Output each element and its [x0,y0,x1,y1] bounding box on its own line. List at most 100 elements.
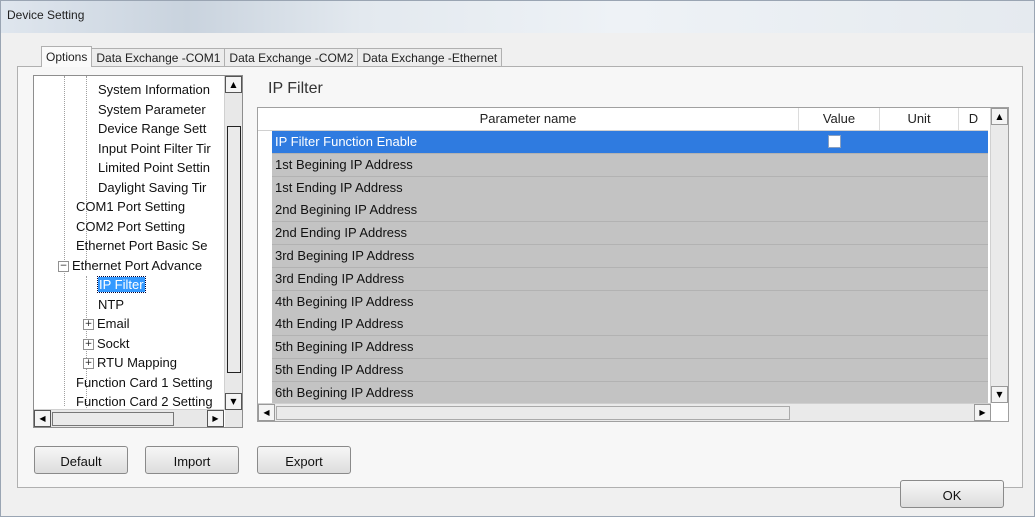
window-title: Device Setting [7,8,85,22]
tree-item[interactable]: Device Range Sett [98,119,206,138]
tree-item-label: Email [97,316,130,331]
tab-data-exchange-com2[interactable]: Data Exchange -COM2 [224,48,359,67]
table-row[interactable]: 5th Ending IP Address [272,359,988,382]
grid-header: Parameter name Value Unit D [258,108,988,131]
parameter-name-cell: IP Filter Function Enable [275,134,418,149]
tree-item-label: System Parameter [98,101,206,117]
table-row[interactable]: IP Filter Function Enable [272,131,988,154]
scroll-corner [225,410,242,427]
tree-item[interactable]: NTP [98,295,124,314]
tree-item[interactable]: Ethernet Port Basic Se [76,236,208,255]
parameter-name-cell: 3rd Begining IP Address [275,248,415,263]
column-header-description[interactable]: D [959,108,988,130]
parameter-name-cell: 6th Begining IP Address [275,384,414,400]
tree-item-label: RTU Mapping [97,355,177,370]
table-row[interactable]: 3rd Ending IP Address [272,267,988,291]
table-row[interactable]: 2nd Begining IP Address [272,199,988,223]
panel-title: IP Filter [268,80,323,97]
tree-item-label: COM1 Port Setting [76,199,186,214]
tree-item[interactable]: System Information [98,80,210,99]
parameter-name-cell: 2nd Ending IP Address [275,225,408,241]
ok-button[interactable]: OK [900,480,1004,508]
tree-item[interactable]: + RTU Mapping [83,353,177,372]
tab-strip: Options Data Exchange -COM1 Data Exchang… [41,46,503,67]
settings-tree[interactable]: System Information System Parameter Device… [33,75,243,428]
grid-scroll-right-icon[interactable]: ▶ [974,404,991,421]
parameter-name-cell: 4th Ending IP Address [275,316,404,332]
grid-horizontal-scrollbar[interactable]: ◀ ▶ [258,403,991,421]
tree-item-label: Function Card 2 Setting [76,394,213,409]
tree-item[interactable]: − Ethernet Port Advance [58,256,202,275]
parameter-name-cell: 4th Begining IP Address [275,293,414,309]
tree-item[interactable]: + Sockt [83,334,130,353]
table-row[interactable]: 2nd Ending IP Address [272,222,988,246]
table-row[interactable]: 6th Begining IP Address [272,381,988,403]
tree-item-label: Ethernet Port Basic Se [76,238,208,253]
table-row[interactable]: 5th Begining IP Address [272,336,988,360]
tree-item[interactable]: COM2 Port Setting [76,217,185,236]
tree-item[interactable]: + Email [83,314,130,333]
parameter-name-cell: 3rd Ending IP Address [275,270,405,286]
parameter-name-cell: 2nd Begining IP Address [275,202,418,218]
tree-vertical-scrollbar[interactable]: ▲ ▼ [224,76,242,410]
grid-hscroll-thumb[interactable] [276,406,790,420]
parameter-name-cell: 1st Begining IP Address [275,156,413,172]
grid-scroll-up-icon[interactable]: ▲ [991,108,1008,125]
column-header-parameter-name[interactable]: Parameter name [258,108,799,130]
expand-icon[interactable]: + [83,358,94,370]
table-row[interactable]: 3rd Begining IP Address [272,245,988,268]
import-button[interactable]: Import [145,446,239,474]
tab-data-exchange-com1[interactable]: Data Exchange -COM1 [91,48,226,67]
tree-item-label: NTP [98,296,124,312]
scroll-up-icon[interactable]: ▲ [225,76,242,93]
table-row[interactable]: 4th Ending IP Address [272,313,988,337]
expand-icon[interactable]: + [83,319,94,331]
tree-item-label: Limited Point Settin [98,160,211,175]
grid-vertical-scrollbar[interactable]: ▲ ▼ [990,108,1008,403]
tree-item-label: Daylight Saving Tir [98,179,207,195]
scroll-down-icon[interactable]: ▼ [225,393,242,410]
expand-icon[interactable]: + [83,338,94,350]
column-header-unit[interactable]: Unit [880,108,959,130]
default-button[interactable]: Default [34,446,128,474]
tree-item[interactable]: COM1 Port Setting [76,197,185,216]
tab-data-exchange-ethernet[interactable]: Data Exchange -Ethernet [357,48,503,67]
tree-item-label: Function Card 1 Setting [76,374,213,390]
tree-item-label: IP Filter [97,276,146,293]
title-bar: Device Setting [1,1,1034,33]
tree-horizontal-scrollbar[interactable]: ◀ ▶ [34,409,224,427]
tree-item[interactable]: Limited Point Settin [98,158,210,177]
tree-scroll-thumb[interactable] [227,126,241,373]
tree-item[interactable]: Daylight Saving Tir [98,178,206,197]
scroll-left-icon[interactable]: ◀ [34,410,51,427]
tree-item-label: COM2 Port Setting [76,218,186,234]
tree-item[interactable]: Function Card 2 Setting [76,392,213,410]
enable-checkbox[interactable] [828,135,841,148]
tree-item[interactable]: Input Point Filter Tir [98,139,211,158]
table-row[interactable]: 4th Begining IP Address [272,290,988,314]
tree-item-label: Ethernet Port Advance [72,257,203,273]
export-button[interactable]: Export [257,446,351,474]
tree-item-label: Device Range Sett [98,121,207,136]
scroll-right-icon[interactable]: ▶ [207,410,224,427]
tree-item[interactable]: IP Filter [97,275,146,294]
tree-hscroll-thumb[interactable] [52,412,174,426]
column-header-value[interactable]: Value [799,108,880,130]
grid-scroll-down-icon[interactable]: ▼ [991,386,1008,403]
grid-scroll-left-icon[interactable]: ◀ [258,404,275,421]
parameter-name-cell: 1st Ending IP Address [275,179,403,195]
tree-item[interactable]: System Parameter [98,100,206,119]
parameter-name-cell: 5th Ending IP Address [275,362,404,377]
tab-options[interactable]: Options [41,46,93,67]
table-row[interactable]: 1st Begining IP Address [272,153,988,177]
tree-item-label: System Information [98,82,210,97]
parameter-name-cell: 5th Begining IP Address [275,339,414,355]
tree-item-label: Sockt [97,335,130,351]
tree-item[interactable]: Function Card 1 Setting [76,373,213,392]
tree-item-label: Input Point Filter Tir [98,140,211,156]
collapse-icon[interactable]: − [58,260,69,272]
grid-body: IP Filter Function Enable 1st Begining IP… [258,131,988,403]
tree-content: System Information System Parameter Device… [34,76,224,410]
table-row[interactable]: 1st Ending IP Address [272,176,988,200]
parameter-grid[interactable]: Parameter name Value Unit D IP Filter Fu… [257,107,1009,422]
